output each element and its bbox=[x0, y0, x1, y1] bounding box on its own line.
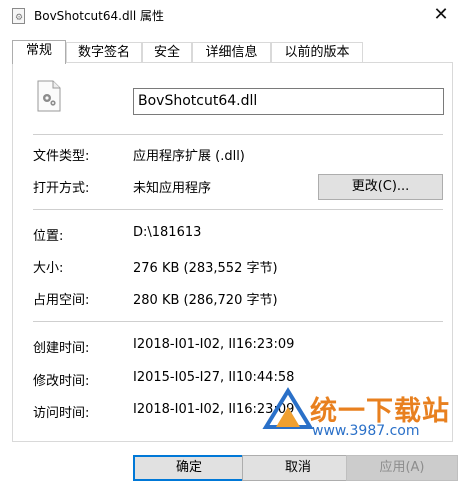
file-icon bbox=[37, 80, 61, 112]
file-type-label: 文件类型: bbox=[33, 149, 90, 164]
close-button[interactable]: ✕ bbox=[418, 0, 464, 32]
created-value: I2018-I01-I02, II16:23:09 bbox=[133, 337, 295, 352]
created-label: 创建时间: bbox=[33, 341, 90, 356]
tab-previous-versions[interactable]: 以前的版本 bbox=[271, 42, 363, 62]
file-name-field[interactable]: BovShotcut64.dll bbox=[133, 88, 444, 115]
close-icon: ✕ bbox=[433, 4, 449, 25]
apply-button[interactable]: 应用(A) bbox=[346, 455, 458, 481]
accessed-label: 访问时间: bbox=[33, 406, 90, 421]
tab-digital-signatures[interactable]: 数字签名 bbox=[66, 42, 142, 62]
tab-security[interactable]: 安全 bbox=[142, 42, 192, 62]
file-icon: ⚙ bbox=[12, 8, 25, 24]
tab-general[interactable]: 常规 bbox=[12, 40, 66, 64]
file-type-value: 应用程序扩展 (.dll) bbox=[133, 149, 245, 164]
disk-size-label: 占用空间: bbox=[33, 293, 90, 308]
watermark-logo-icon bbox=[262, 387, 314, 429]
cancel-button[interactable]: 取消 bbox=[242, 455, 354, 481]
separator bbox=[33, 134, 443, 135]
disk-size-value: 280 KB (286,720 字节) bbox=[133, 293, 278, 308]
gear-icon: ⚙ bbox=[15, 13, 24, 23]
size-value: 276 KB (283,552 字节) bbox=[133, 261, 278, 276]
ok-button[interactable]: 确定 bbox=[133, 455, 245, 481]
size-label: 大小: bbox=[33, 261, 64, 276]
location-label: 位置: bbox=[33, 229, 64, 244]
open-with-value: 未知应用程序 bbox=[133, 181, 212, 196]
separator bbox=[33, 209, 443, 210]
modified-value: I2015-I05-I27, II10:44:58 bbox=[133, 370, 295, 385]
location-value: D:\181613 bbox=[133, 225, 202, 240]
title-bar: ⚙ BovShotcut64.dll 属性 ✕ bbox=[0, 0, 464, 32]
watermark: 统一下载站 www.3987.com bbox=[262, 385, 449, 443]
change-button[interactable]: 更改(C)... bbox=[318, 174, 443, 200]
separator bbox=[33, 321, 443, 322]
watermark-url: www.3987.com bbox=[312, 423, 420, 439]
modified-label: 修改时间: bbox=[33, 374, 90, 389]
open-with-label: 打开方式: bbox=[33, 181, 90, 196]
tab-strip: 常规 数字签名 安全 详细信息 以前的版本 bbox=[12, 40, 452, 64]
window-title: BovShotcut64.dll 属性 bbox=[34, 9, 165, 23]
tab-details[interactable]: 详细信息 bbox=[192, 42, 271, 62]
